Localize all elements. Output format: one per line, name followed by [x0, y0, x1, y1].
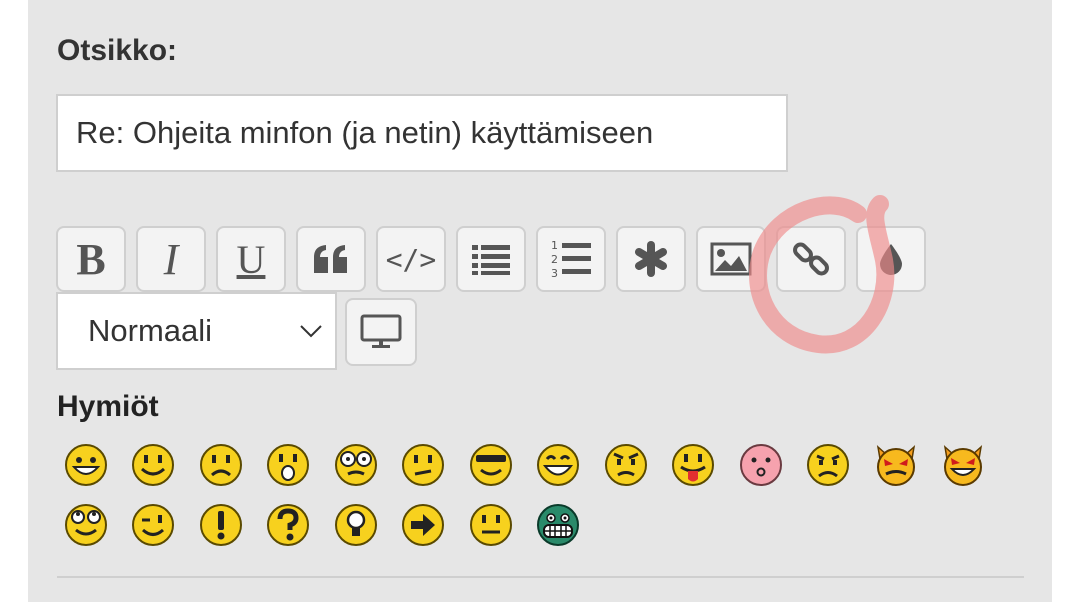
arrow-icon[interactable]	[401, 503, 445, 547]
asterisk-button[interactable]	[616, 226, 686, 292]
numbered-list-icon: 1 2 3	[551, 239, 591, 280]
evil-smiley-icon[interactable]	[874, 443, 918, 487]
italic-button[interactable]: I	[136, 226, 206, 292]
neutral-smiley-icon[interactable]	[469, 503, 513, 547]
cool-smiley-icon[interactable]	[469, 443, 513, 487]
exclaim-icon[interactable]	[199, 503, 243, 547]
laugh-smiley-icon[interactable]	[536, 443, 580, 487]
redface-smiley-icon[interactable]	[739, 443, 783, 487]
code-icon: </>	[385, 242, 437, 276]
font-size-select[interactable]: Normaali	[56, 292, 337, 370]
link-button[interactable]	[776, 226, 846, 292]
confused-smiley-icon[interactable]	[401, 443, 445, 487]
smile-smiley-icon[interactable]	[131, 443, 175, 487]
wink-smiley-icon[interactable]	[131, 503, 175, 547]
eek-smiley-icon[interactable]	[334, 443, 378, 487]
quote-icon	[314, 245, 347, 273]
section-divider	[57, 576, 1024, 578]
chevron-down-icon	[300, 325, 322, 338]
subject-label: Otsikko:	[57, 34, 178, 67]
svg-text:2: 2	[551, 253, 558, 266]
rolleyes-smiley-icon[interactable]	[64, 503, 108, 547]
idea-icon[interactable]	[334, 503, 378, 547]
bulleted-list-icon	[472, 245, 510, 275]
bulleted-list-button[interactable]	[456, 226, 526, 292]
droplet-icon	[880, 244, 902, 275]
svg-text:3: 3	[551, 267, 558, 280]
mrgreen-smiley-icon[interactable]	[536, 503, 580, 547]
asterisk-icon	[635, 241, 667, 277]
cry-smiley-icon[interactable]	[806, 443, 850, 487]
italic-icon: I	[163, 234, 179, 284]
color-button[interactable]	[856, 226, 926, 292]
mad-smiley-icon[interactable]	[604, 443, 648, 487]
bold-icon: B	[76, 234, 106, 284]
question-icon[interactable]	[266, 503, 310, 547]
twisted-evil-smiley-icon[interactable]	[941, 443, 985, 487]
subject-input[interactable]	[56, 94, 788, 172]
surprised-smiley-icon[interactable]	[266, 443, 310, 487]
underline-button[interactable]: U	[216, 226, 286, 292]
sad-smiley-icon[interactable]	[199, 443, 243, 487]
preview-button[interactable]	[345, 298, 417, 366]
underline-icon: U	[236, 236, 266, 282]
link-icon	[793, 242, 829, 276]
monitor-icon	[360, 314, 402, 348]
razz-smiley-icon[interactable]	[671, 443, 715, 487]
grin-smiley-icon[interactable]	[64, 443, 108, 487]
quote-button[interactable]	[296, 226, 366, 292]
code-button[interactable]: </>	[376, 226, 446, 292]
smileys-label: Hymiöt	[57, 390, 159, 423]
image-icon	[710, 242, 752, 276]
font-size-value: Normaali	[88, 313, 213, 348]
numbered-list-button[interactable]: 1 2 3	[536, 226, 606, 292]
bold-button[interactable]: B	[56, 226, 126, 292]
svg-text:1: 1	[551, 239, 558, 252]
image-button[interactable]	[696, 226, 766, 292]
